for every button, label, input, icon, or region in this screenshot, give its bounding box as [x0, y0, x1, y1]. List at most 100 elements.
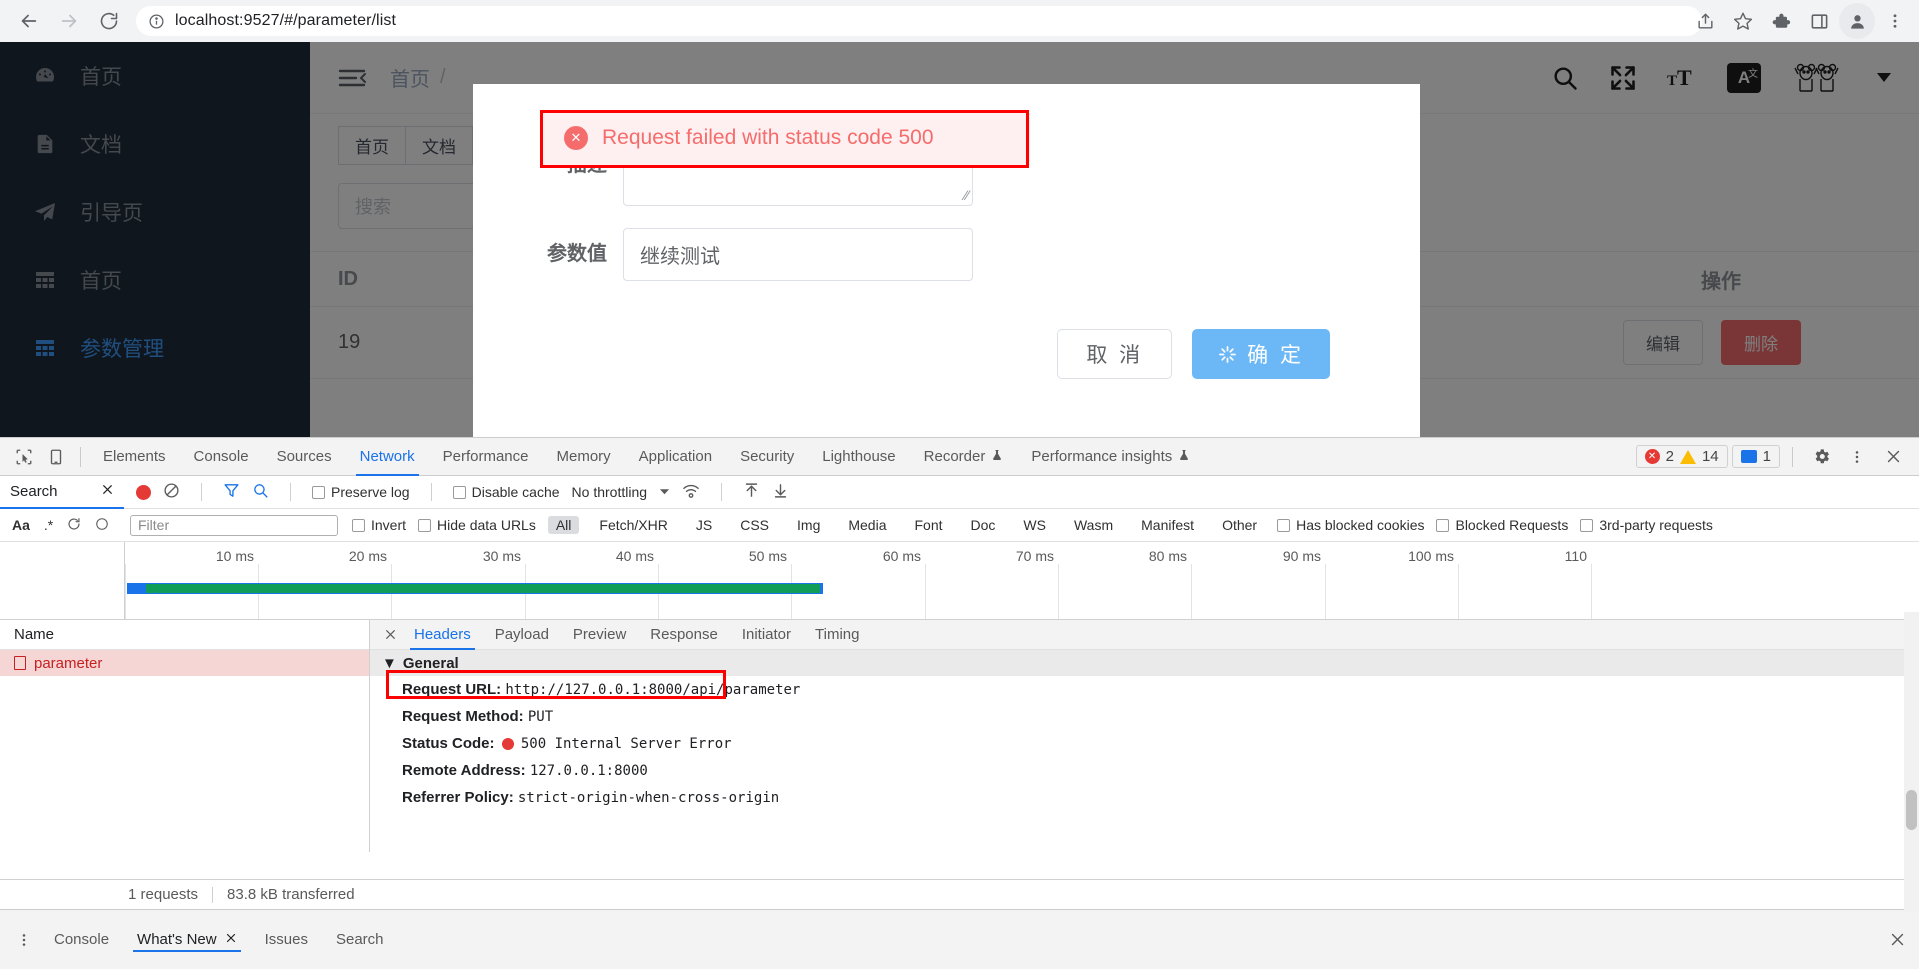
detail-tab-preview[interactable]: Preview — [561, 620, 638, 650]
issue-counts-badge[interactable]: ✕ 2 14 — [1635, 445, 1728, 468]
header-remote-address: Remote Address: 127.0.0.1:8000 — [370, 757, 1919, 784]
network-timeline[interactable]: 10 ms 20 ms 30 ms 40 ms 50 ms 60 ms 70 m… — [0, 542, 1919, 620]
forward-icon[interactable] — [50, 2, 88, 40]
filter-type-css[interactable]: CSS — [732, 516, 777, 534]
details-scrollbar-thumb[interactable] — [1906, 790, 1917, 830]
filter-type-ws[interactable]: WS — [1015, 516, 1054, 534]
match-case-icon[interactable]: Aa — [12, 517, 30, 533]
detail-tab-initiator[interactable]: Initiator — [730, 620, 803, 650]
address-bar[interactable]: localhost:9527/#/parameter/list — [136, 6, 1702, 36]
filter-type-other[interactable]: Other — [1214, 516, 1265, 534]
filter-type-manifest[interactable]: Manifest — [1133, 516, 1202, 534]
clear-search-icon[interactable] — [95, 517, 109, 534]
devtools-tab-recorder[interactable]: Recorder — [910, 438, 1018, 476]
export-har-icon[interactable] — [772, 482, 789, 502]
throttling-select[interactable]: No throttling — [572, 484, 647, 500]
clear-network-icon[interactable] — [163, 482, 180, 502]
filter-type-media[interactable]: Media — [840, 516, 894, 534]
filter-type-font[interactable]: Font — [907, 516, 951, 534]
devtools-drawer: Console What's New Issues Search — [0, 909, 1919, 969]
close-drawer-icon[interactable] — [1887, 924, 1919, 956]
devtools-tab-memory[interactable]: Memory — [543, 438, 625, 476]
resize-grip-icon[interactable]: ⁄⁄ — [964, 187, 969, 203]
header-value: 127.0.0.1:8000 — [529, 763, 648, 779]
drawer-tab-search[interactable]: Search — [322, 920, 398, 960]
detail-tab-response[interactable]: Response — [638, 620, 730, 650]
general-section-label: General — [402, 654, 459, 672]
chrome-menu-icon[interactable] — [1877, 3, 1913, 39]
inspect-element-icon[interactable] — [8, 441, 40, 473]
hide-data-urls-checkbox[interactable]: Hide data URLs — [418, 517, 536, 533]
message-icon — [1740, 450, 1757, 463]
dialog-footer: 取 消 确 定 — [473, 329, 1420, 379]
drawer-tab-console[interactable]: Console — [40, 920, 123, 960]
gear-icon[interactable] — [1805, 441, 1837, 473]
search-requests-icon[interactable] — [252, 482, 269, 502]
side-panel-icon[interactable] — [1801, 3, 1837, 39]
filter-type-all[interactable]: All — [547, 516, 580, 534]
filter-funnel-icon[interactable] — [223, 482, 240, 502]
bookmark-star-icon[interactable] — [1725, 3, 1761, 39]
requests-column-header[interactable]: Name — [0, 620, 369, 650]
devtools-tab-performance-insights[interactable]: Performance insights — [1017, 438, 1204, 476]
detail-tab-timing[interactable]: Timing — [803, 620, 871, 650]
detail-tab-headers[interactable]: Headers — [402, 620, 483, 650]
invert-checkbox[interactable]: Invert — [352, 517, 406, 533]
error-circle-icon: ✕ — [564, 126, 588, 150]
third-party-requests-checkbox[interactable]: 3rd-party requests — [1580, 517, 1713, 533]
filter-input[interactable]: Filter — [130, 514, 338, 536]
devtools-tab-performance[interactable]: Performance — [429, 438, 543, 476]
site-info-icon[interactable] — [148, 13, 165, 30]
disable-cache-checkbox[interactable]: Disable cache — [452, 484, 560, 500]
filter-type-doc[interactable]: Doc — [963, 516, 1004, 534]
confirm-button[interactable]: 确 定 — [1192, 329, 1330, 379]
blocked-requests-checkbox[interactable]: Blocked Requests — [1436, 517, 1568, 533]
record-button-icon[interactable] — [136, 484, 151, 500]
chevron-down-icon[interactable] — [659, 484, 670, 500]
regex-icon[interactable]: .* — [44, 517, 53, 533]
device-toolbar-icon[interactable] — [40, 441, 72, 473]
status-error-dot-icon — [501, 738, 514, 751]
close-details-icon[interactable] — [378, 619, 402, 651]
cancel-button[interactable]: 取 消 — [1057, 329, 1173, 379]
close-icon[interactable] — [225, 931, 237, 948]
filter-type-fetch-xhr[interactable]: Fetch/XHR — [591, 516, 675, 534]
devtools-menu-icon[interactable] — [1841, 441, 1873, 473]
devtools-tab-console[interactable]: Console — [180, 438, 263, 476]
preserve-log-checkbox[interactable]: Preserve log — [312, 484, 410, 500]
request-row-parameter[interactable]: parameter — [0, 650, 369, 676]
drawer-menu-icon[interactable] — [8, 924, 40, 956]
devtools-tab-application[interactable]: Application — [625, 438, 726, 476]
network-conditions-icon[interactable] — [682, 482, 700, 503]
filter-type-wasm[interactable]: Wasm — [1066, 516, 1121, 534]
extensions-puzzle-icon[interactable] — [1763, 3, 1799, 39]
devtools-tab-lighthouse[interactable]: Lighthouse — [808, 438, 909, 476]
close-devtools-icon[interactable] — [1877, 441, 1909, 473]
profile-avatar-icon[interactable] — [1839, 3, 1875, 39]
share-icon[interactable] — [1687, 3, 1723, 39]
timeline-tick: 60 ms — [882, 548, 921, 564]
drawer-tab-issues[interactable]: Issues — [251, 920, 322, 960]
refresh-search-icon[interactable] — [67, 517, 81, 534]
header-value: PUT — [527, 709, 554, 725]
devtools-tab-sources[interactable]: Sources — [263, 438, 346, 476]
devtools-tab-elements[interactable]: Elements — [89, 438, 180, 476]
request-details: Headers Payload Preview Response Initiat… — [370, 620, 1919, 852]
devtools-tab-security[interactable]: Security — [726, 438, 808, 476]
detail-tab-payload[interactable]: Payload — [483, 620, 561, 650]
details-scrollbar-track[interactable] — [1904, 612, 1919, 912]
drawer-tab-whats-new[interactable]: What's New — [123, 920, 251, 960]
devtools-tab-network[interactable]: Network — [346, 438, 429, 476]
filter-type-img[interactable]: Img — [789, 516, 828, 534]
has-blocked-cookies-checkbox[interactable]: Has blocked cookies — [1277, 517, 1424, 533]
messages-badge[interactable]: 1 — [1731, 445, 1780, 468]
reload-icon[interactable] — [90, 2, 128, 40]
back-icon[interactable] — [10, 2, 48, 40]
filter-type-js[interactable]: JS — [688, 516, 720, 534]
param-value-input[interactable]: 继续测试 — [623, 228, 973, 281]
error-toast[interactable]: ✕ Request failed with status code 500 — [540, 110, 1030, 166]
header-referrer-policy: Referrer Policy: strict-origin-when-cros… — [370, 784, 1919, 811]
general-section-header[interactable]: ▼ General — [370, 650, 1919, 676]
import-har-icon[interactable] — [743, 482, 760, 502]
close-search-icon[interactable] — [101, 483, 114, 500]
